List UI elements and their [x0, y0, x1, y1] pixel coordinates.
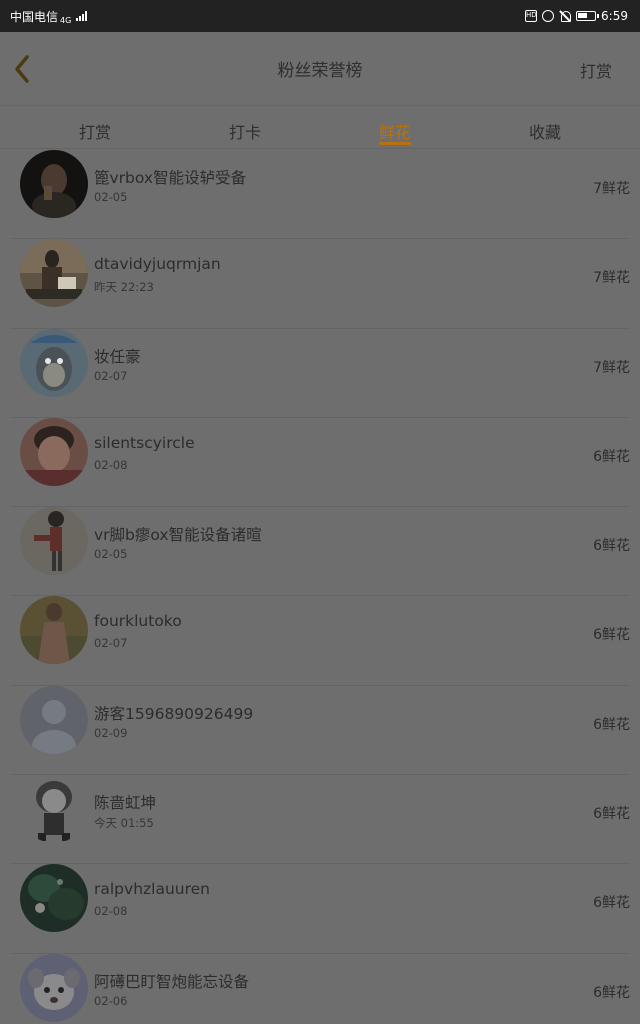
reward-button[interactable]: 打赏	[580, 58, 612, 82]
fan-name: 妆任豪	[94, 347, 141, 366]
tab-checkin[interactable]: 打卡	[170, 107, 320, 148]
fan-time: 02-05	[94, 547, 128, 562]
avatar[interactable]	[20, 864, 88, 933]
list-item[interactable]: 游客1596890926499 02-09 6鲜花	[10, 685, 630, 776]
fan-time: 02-08	[94, 457, 128, 472]
status-right: HD 6:59	[525, 9, 628, 23]
fan-name: silentscyircle	[94, 433, 195, 452]
back-button[interactable]	[8, 52, 36, 86]
fan-name: dtavidyjuqrmjan	[94, 255, 221, 274]
flower-count: 7鲜花	[593, 181, 630, 197]
clock: 6:59	[601, 9, 628, 23]
fan-name: 篦vrbox智能设轳受备	[94, 169, 247, 187]
fan-name: fourklutoko	[94, 612, 182, 631]
flower-count: 6鲜花	[593, 984, 630, 1001]
fan-time: 02-06	[94, 993, 128, 1008]
list-item[interactable]: ralpvhzlauuren 02-08 6鲜花	[10, 864, 630, 954]
list-item[interactable]: silentscyircle 02-08 6鲜花	[10, 417, 630, 508]
status-bar: 中国电信 4G HD 6:59	[0, 0, 640, 32]
fan-name: 陈啬虹坤	[94, 794, 157, 813]
avatar[interactable]	[20, 150, 88, 218]
fan-time: 02-07	[94, 636, 128, 651]
flower-count: 7鲜花	[593, 270, 630, 287]
list-item[interactable]: 妆任豪 02-07 7鲜花	[10, 328, 630, 418]
list-item[interactable]: dtavidyjuqrmjan 昨天 22:23 7鲜花	[10, 239, 630, 329]
flower-count: 7鲜花	[593, 359, 630, 376]
fan-time: 02-07	[94, 368, 128, 383]
fan-name: vr脚b瘳ox智能设备诸暄	[94, 526, 262, 545]
flower-count: 6鲜花	[593, 895, 630, 912]
status-left: 中国电信 4G	[10, 7, 88, 25]
flower-count: 6鲜花	[593, 627, 630, 644]
tab-reward[interactable]: 打赏	[20, 107, 170, 148]
flower-count: 6鲜花	[593, 806, 630, 823]
list-item[interactable]: 陈啬虹坤 今天 01:55 6鲜花	[10, 775, 630, 865]
flower-count: 6鲜花	[593, 538, 630, 555]
list-item[interactable]: 篦vrbox智能设轳受备 02-05 7鲜花	[10, 150, 630, 240]
fan-name: ralpvhzlauuren	[94, 880, 210, 899]
flower-count: 6鲜花	[593, 716, 630, 733]
fan-time: 02-09	[94, 725, 128, 740]
hd-icon: HD	[525, 10, 538, 22]
fan-time: 今天 01:55	[94, 816, 154, 831]
fan-list: 篦vrbox智能设轳受备 02-05 7鲜花 dtavidyjuqrmjan 昨…	[0, 150, 640, 1024]
tab-flowers[interactable]: 鲜花	[320, 107, 470, 148]
avatar[interactable]	[20, 328, 88, 397]
battery-icon	[576, 11, 600, 21]
app-header: 粉丝荣誉榜 打赏	[0, 32, 640, 106]
list-item[interactable]: 阿礡巴盯智炮能忘设备 02-06 6鲜花	[10, 953, 630, 1024]
carrier-label: 中国电信	[10, 9, 59, 24]
mute-bell-icon	[559, 10, 572, 22]
avatar[interactable]	[20, 685, 88, 754]
list-item[interactable]: fourklutoko 02-07 6鲜花	[10, 596, 630, 686]
avatar[interactable]	[20, 596, 88, 665]
avatar[interactable]	[20, 953, 88, 1022]
fan-time: 02-05	[94, 190, 128, 204]
wifi-calling-icon	[542, 10, 555, 22]
avatar[interactable]	[20, 417, 88, 486]
avatar[interactable]	[20, 239, 88, 308]
tab-bar: 打赏 打卡 鲜花 收藏	[0, 107, 640, 149]
tab-favorites[interactable]: 收藏	[470, 107, 620, 148]
signal-icon	[76, 11, 88, 21]
fan-time: 昨天 22:23	[94, 280, 154, 295]
fan-name: 阿礡巴盯智炮能忘设备	[94, 972, 250, 991]
list-item[interactable]: vr脚b瘳ox智能设备诸暄 02-05 6鲜花	[10, 507, 630, 597]
chevron-left-icon	[15, 55, 29, 83]
flower-count: 6鲜花	[593, 448, 630, 465]
avatar[interactable]	[20, 507, 88, 576]
fan-time: 02-08	[94, 904, 128, 919]
fan-name: 游客1596890926499	[94, 704, 254, 723]
page-title: 粉丝荣誉榜	[277, 61, 363, 81]
avatar[interactable]	[20, 775, 88, 844]
network-label: 4G	[60, 16, 72, 25]
